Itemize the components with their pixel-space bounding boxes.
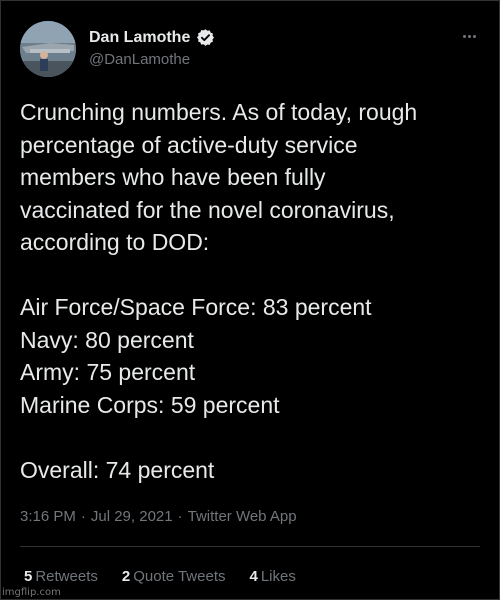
text-line: vaccinated for the novel coronavirus, bbox=[20, 196, 395, 223]
tweet-time[interactable]: 3:16 PM bbox=[20, 508, 76, 525]
retweets-count: 5 bbox=[24, 568, 33, 585]
quote-tweets-stat[interactable]: 2 Quote Tweets bbox=[122, 568, 226, 585]
watermark: imgflip.com bbox=[2, 587, 61, 598]
tweet-meta: 3:16 PM · Jul 29, 2021 · Twitter Web App bbox=[20, 508, 297, 525]
text-line: Air Force/Space Force: 83 percent bbox=[20, 294, 372, 320]
quote-tweets-label: Quote Tweets bbox=[133, 568, 226, 585]
text-line: Army: 75 percent bbox=[20, 359, 196, 385]
verified-badge-icon bbox=[196, 28, 215, 47]
tweet-stats: 5 Retweets 2 Quote Tweets 4 Likes bbox=[24, 568, 296, 585]
tweet-text: Crunching numbers. As of today, rough pe… bbox=[20, 96, 488, 486]
meta-separator: · bbox=[80, 508, 86, 525]
meta-separator: · bbox=[177, 508, 183, 525]
text-line: Marine Corps: 59 percent bbox=[20, 391, 280, 418]
author-display-name[interactable]: Dan Lamothe bbox=[89, 29, 190, 47]
retweets-stat[interactable]: 5 Retweets bbox=[24, 568, 98, 585]
quote-tweets-count: 2 bbox=[121, 568, 131, 585]
text-line: according to DOD: bbox=[20, 229, 210, 255]
likes-count: 4 bbox=[249, 568, 258, 585]
text-line: percentage of active-duty service bbox=[20, 131, 358, 158]
author-handle[interactable]: @DanLamothe bbox=[89, 51, 190, 68]
text-line: members who have been fully bbox=[20, 164, 326, 190]
text-line: Overall: 74 percent bbox=[20, 456, 215, 483]
divider bbox=[20, 546, 480, 547]
text-line: Navy: 80 percent bbox=[20, 326, 194, 353]
author-name-row[interactable]: Dan Lamothe bbox=[89, 28, 215, 47]
retweets-label: Retweets bbox=[35, 568, 98, 585]
likes-stat[interactable]: 4 Likes bbox=[250, 568, 296, 585]
text-line: Crunching numbers. As of today, rough bbox=[20, 99, 418, 125]
avatar[interactable] bbox=[20, 21, 76, 77]
tweet-source[interactable]: Twitter Web App bbox=[188, 508, 297, 525]
likes-label: Likes bbox=[260, 568, 296, 585]
tweet-date[interactable]: Jul 29, 2021 bbox=[91, 508, 173, 525]
more-horizontal-icon[interactable] bbox=[459, 26, 479, 46]
